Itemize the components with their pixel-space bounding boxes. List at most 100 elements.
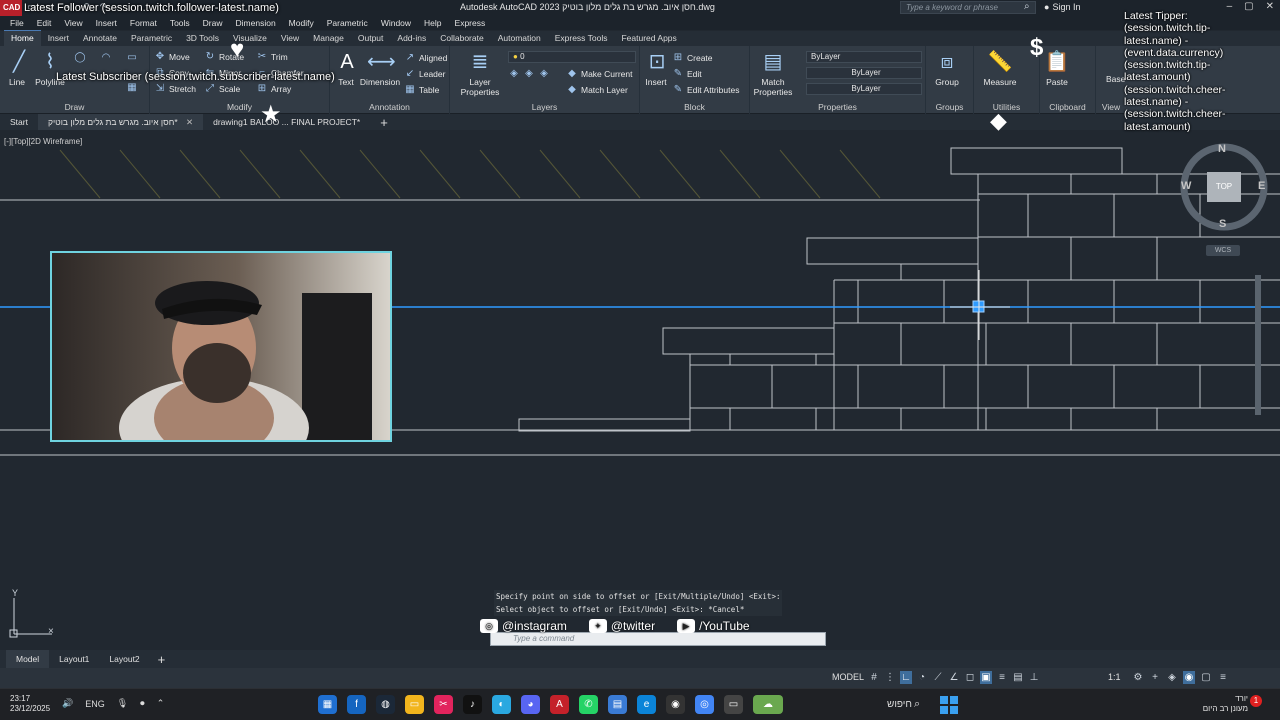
stretch-button[interactable]: ⇲ Stretch — [154, 83, 196, 95]
tab-automation[interactable]: Automation — [491, 33, 548, 46]
create-block-button[interactable]: ⊞ Create — [672, 52, 713, 64]
microphone-icon[interactable]: 🎙 — [117, 698, 128, 709]
tiktok-icon[interactable]: ♪ — [463, 695, 482, 714]
object-snap-icon[interactable]: ◻ — [964, 671, 976, 684]
menu-tools[interactable]: Tools — [170, 18, 190, 28]
calculator-icon[interactable]: ▤ — [608, 695, 627, 714]
plus-icon[interactable]: + — [1149, 671, 1161, 684]
menu-edit[interactable]: Edit — [37, 18, 52, 28]
language-indicator[interactable]: ENG — [85, 699, 105, 709]
tab-annotate[interactable]: Annotate — [76, 33, 124, 46]
layer-off-icon[interactable]: ◈ — [508, 68, 520, 80]
dimension-button[interactable]: ⟷ Dimension — [360, 50, 400, 87]
tab-manage[interactable]: Manage — [306, 33, 351, 46]
isodraft-icon[interactable]: ⟋ — [932, 671, 944, 684]
search-icon[interactable]: ⌕ — [1024, 1, 1030, 12]
viewport-controls-label[interactable]: [-][Top][2D Wireframe] — [4, 137, 82, 146]
viewcube-top-face[interactable]: TOP — [1207, 172, 1241, 202]
transparency-icon[interactable]: ▤ — [1012, 671, 1024, 684]
menu-modify[interactable]: Modify — [289, 18, 314, 28]
menu-help[interactable]: Help — [424, 18, 441, 28]
obs-icon[interactable]: ◉ — [666, 695, 685, 714]
browser-icon[interactable]: ◐ — [492, 695, 511, 714]
wcs-dropdown[interactable]: WCS — [1206, 245, 1240, 256]
isolate-objects-icon[interactable]: ◈ — [1166, 671, 1178, 684]
tab-view[interactable]: View — [274, 33, 306, 46]
snap-icon[interactable]: ⋮ — [884, 671, 896, 684]
color-dropdown[interactable]: ByLayer — [806, 51, 922, 63]
linetype-dropdown[interactable]: ByLayer — [806, 67, 922, 79]
edit-attributes-button[interactable]: ✎ Edit Attributes — [672, 84, 740, 96]
menu-format[interactable]: Format — [130, 18, 157, 28]
close-icon[interactable]: ✕ — [186, 117, 193, 127]
menu-parametric[interactable]: Parametric — [327, 18, 368, 28]
move-button[interactable]: ✥ Move — [154, 51, 190, 63]
layer-dropdown[interactable]: ● 0 — [508, 51, 636, 63]
make-current-button[interactable]: ◆ Make Current — [566, 68, 632, 80]
facebook-icon[interactable]: f — [347, 695, 366, 714]
recording-icon[interactable]: ⏺ — [140, 698, 145, 709]
array-button[interactable]: ⊞ Array — [256, 83, 292, 95]
autocad-icon[interactable]: A — [550, 695, 569, 714]
arc-icon[interactable]: ◠ — [100, 52, 112, 64]
insert-block-button[interactable]: ⊡ Insert — [644, 50, 668, 87]
annotation-scale[interactable]: 1:1 — [1108, 672, 1121, 682]
file-tab-start[interactable]: Start — [0, 114, 38, 130]
edit-block-button[interactable]: ✎ Edit — [672, 68, 702, 80]
viewcube-east[interactable]: E — [1258, 180, 1265, 192]
layout-tab-model[interactable]: Model — [6, 650, 50, 668]
chevron-up-icon[interactable]: ⌃ — [157, 698, 165, 709]
app-logo[interactable]: CAD — [0, 0, 22, 16]
lineweight-icon[interactable]: ≡ — [996, 671, 1008, 684]
tab-parametric[interactable]: Parametric — [124, 33, 179, 46]
search-input[interactable]: Type a keyword or phrase — [900, 1, 1036, 14]
new-tab-plus-icon[interactable]: + — [370, 115, 398, 130]
app-store-icon[interactable]: ▦ — [318, 695, 337, 714]
search-icon[interactable]: ⌕ — [914, 698, 920, 711]
tab-output[interactable]: Output — [351, 33, 391, 46]
speaker-icon[interactable]: 🔊 — [62, 698, 73, 709]
scale-button[interactable]: ⤢ Scale — [204, 83, 240, 95]
lineweight-dropdown[interactable]: ByLayer — [806, 83, 922, 95]
aligned-button[interactable]: ↗ Aligned — [404, 52, 448, 64]
viewcube-north[interactable]: N — [1218, 143, 1226, 155]
whatsapp-icon[interactable]: ✆ — [579, 695, 598, 714]
window-app-icon[interactable]: ▭ — [724, 695, 743, 714]
selection-cycling-icon[interactable]: ▣ — [980, 671, 992, 684]
tab-3d-tools[interactable]: 3D Tools — [179, 33, 226, 46]
paste-button[interactable]: 📋 Paste — [1042, 50, 1072, 87]
viewcube-west[interactable]: W — [1181, 180, 1191, 192]
weather-image-icon[interactable]: ☁ — [753, 695, 783, 714]
file-tab-active[interactable]: חסן איוב. מגרש בת גלים מלון בוטיק* ✕ — [37, 114, 204, 130]
object-snap-tracking-icon[interactable]: ∠ — [948, 671, 960, 684]
discord-icon[interactable]: ◕ — [521, 695, 540, 714]
clean-screen-icon[interactable]: ▢ — [1200, 671, 1212, 684]
layout-tab-layout1[interactable]: Layout1 — [49, 650, 99, 668]
base-button[interactable]: Base — [1106, 74, 1125, 84]
circle-icon[interactable]: ◯ — [74, 52, 86, 64]
viewcube[interactable]: N S E W TOP — [1180, 142, 1270, 232]
hardware-acceleration-icon[interactable]: ◉ — [1183, 671, 1195, 684]
menu-file[interactable]: File — [10, 18, 24, 28]
sign-in-button[interactable]: ● Sign In — [1044, 2, 1080, 12]
taskbar-clock[interactable]: 23:17 23/12/2025 — [10, 694, 50, 714]
menu-view[interactable]: View — [64, 18, 82, 28]
ortho-icon[interactable]: ∟ — [900, 671, 912, 684]
layout-tab-layout2[interactable]: Layout2 — [99, 650, 149, 668]
tab-featured-apps[interactable]: Featured Apps — [614, 33, 683, 46]
rectangle-icon[interactable]: ▭ — [126, 52, 138, 64]
tab-insert[interactable]: Insert — [41, 33, 76, 46]
match-layer-button[interactable]: ◆ Match Layer — [566, 84, 628, 96]
tab-add-ins[interactable]: Add-ins — [390, 33, 433, 46]
trim-button[interactable]: ✂ Trim — [256, 51, 288, 63]
menu-express[interactable]: Express — [455, 18, 486, 28]
edge-icon[interactable]: e — [637, 695, 656, 714]
file-tab-drawing1[interactable]: drawing1 BALOO ... FINAL PROJECT* — [203, 114, 370, 130]
dynamic-ucs-icon[interactable]: ⊥ — [1028, 671, 1040, 684]
file-explorer-icon[interactable]: ▭ — [405, 695, 424, 714]
chrome-icon[interactable]: ◎ — [695, 695, 714, 714]
menu-window[interactable]: Window — [381, 18, 411, 28]
match-properties-button[interactable]: ▤ Match Properties — [754, 50, 793, 97]
notification-badge[interactable]: 1 — [1250, 695, 1262, 707]
table-button[interactable]: ▦ Table — [404, 84, 439, 96]
